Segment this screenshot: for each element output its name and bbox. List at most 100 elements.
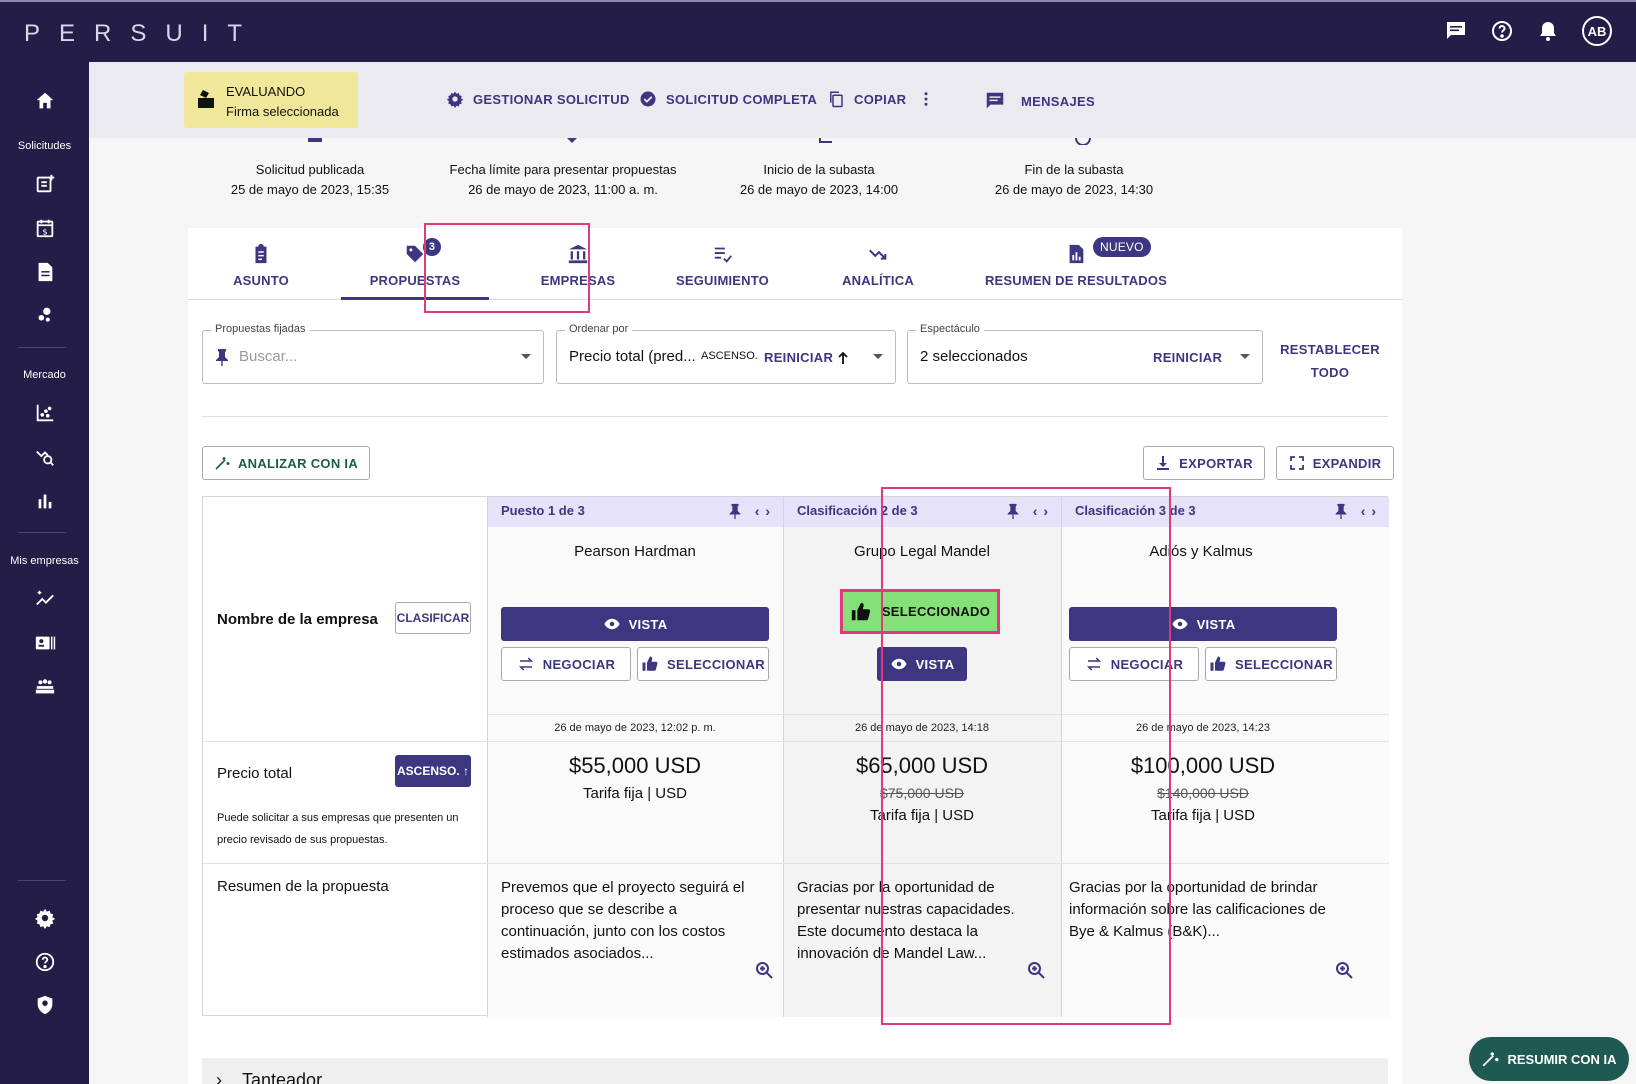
proposals-panel: ASUNTO PROPUESTAS 3 EMPRESAS SEGUIMIENTO… [188, 223, 1402, 1084]
chevron-down-icon[interactable] [1240, 354, 1250, 359]
select-button[interactable]: SELECCIONAR [1205, 647, 1337, 681]
document-icon [38, 262, 52, 282]
sidebar-item-documents[interactable] [0, 261, 89, 283]
pin-icon[interactable] [727, 503, 743, 519]
zoom-in-icon[interactable] [1027, 961, 1045, 979]
top-bar: PERSUIT AB [0, 0, 1636, 62]
reorder-icon[interactable]: ‹ › [1361, 503, 1377, 519]
gavel-box-icon [198, 90, 214, 108]
messages-label: MENSAJES [1021, 93, 1095, 109]
row-label-summary: Resumen de la propuesta [217, 878, 389, 895]
reorder-icon[interactable]: ‹ › [1033, 503, 1049, 519]
complete-request-button[interactable]: SOLICITUD COMPLETA [639, 90, 817, 108]
sidebar-item-workflows[interactable] [0, 304, 89, 326]
tab-analitica[interactable]: ANALÍTICA [808, 228, 948, 300]
sidebar-item-firm-cards[interactable] [0, 632, 89, 654]
tab-seguimiento[interactable]: SEGUIMIENTO [650, 228, 795, 300]
bar-chart-icon [38, 494, 51, 509]
show-reset-button[interactable]: REINICIAR [1153, 350, 1222, 365]
selected-badge[interactable]: SELECCIONADO [840, 589, 1000, 634]
tab-asunto[interactable]: ASUNTO [210, 228, 312, 300]
sidebar: Solicitudes $ Mercado Mis empresas [0, 62, 89, 1084]
milestone-auction-end: Fin de la subasta 26 de mayo de 2023, 14:… [994, 162, 1154, 197]
arrow-up-icon[interactable] [837, 351, 849, 365]
sidebar-item-bar-chart[interactable] [0, 490, 89, 512]
app-logo[interactable]: PERSUIT [24, 20, 261, 48]
sidebar-item-firm-groups[interactable] [0, 676, 89, 698]
messages-button[interactable]: MENSAJES [984, 90, 1095, 112]
sidebar-item-firm-insights[interactable] [0, 588, 89, 610]
negotiate-button[interactable]: NEGOCIAR [1069, 647, 1199, 681]
chevron-down-icon[interactable] [873, 354, 883, 359]
people-group-icon [35, 679, 54, 694]
pin-icon[interactable] [1005, 503, 1021, 519]
row-label-firm-name: Nombre de la empresa [217, 611, 378, 628]
note-add-icon [36, 174, 54, 193]
expand-button[interactable]: EXPANDIR [1276, 446, 1394, 480]
copy-button[interactable]: COPIAR [827, 90, 906, 108]
sort-select[interactable]: Ordenar por Precio total (pred... ASCENS… [556, 323, 896, 384]
sparkle-chart-icon [35, 590, 54, 606]
proposals-count-badge: 3 [423, 238, 441, 256]
row-label-total-price: Precio total [217, 765, 293, 782]
view-button[interactable]: VISTA [1069, 607, 1337, 641]
sidebar-item-help[interactable] [0, 951, 89, 973]
summarize-ai-button[interactable]: RESUMIR CON IA [1469, 1037, 1629, 1081]
download-icon [1157, 456, 1170, 470]
sort-reset-button[interactable]: REINICIAR [764, 350, 833, 365]
classify-button[interactable]: CLASIFICAR [395, 602, 471, 634]
chat-icon[interactable] [1444, 19, 1468, 43]
complete-request-label: SOLICITUD COMPLETA [666, 91, 818, 107]
export-button[interactable]: EXPORTAR [1143, 446, 1265, 480]
contact-card-icon [35, 636, 55, 650]
tab-empresas[interactable]: EMPRESAS [513, 228, 643, 300]
zoom-in-icon[interactable] [755, 961, 773, 979]
sidebar-item-settings[interactable] [0, 907, 89, 929]
sidebar-item-market-insights[interactable] [0, 446, 89, 468]
select-button[interactable]: SELECCIONAR [637, 647, 769, 681]
checklist-icon [714, 247, 732, 263]
sidebar-item-security[interactable] [0, 994, 89, 1016]
price: $65,000 USD [855, 753, 989, 778]
scoreboard-section[interactable]: › Tanteador [202, 1058, 1388, 1084]
negotiate-button[interactable]: NEGOCIAR [501, 647, 631, 681]
chevron-down-icon[interactable] [521, 354, 531, 359]
view-button[interactable]: VISTA [501, 607, 769, 641]
gear-icon [34, 908, 55, 929]
submission-date: 26 de mayo de 2023, 12:02 p. m. [554, 722, 716, 734]
check-circle-icon [640, 91, 656, 107]
pin-icon[interactable] [1333, 503, 1349, 519]
sidebar-item-home[interactable] [0, 90, 89, 112]
dollar-calendar-icon: $ [36, 219, 53, 238]
more-menu-button[interactable] [917, 90, 935, 108]
show-select[interactable]: Espectáculo 2 seleccionados REINICIAR [907, 323, 1263, 384]
pinned-search-input[interactable]: Buscar... [239, 348, 297, 365]
shield-icon [37, 995, 52, 1015]
magic-wand-icon [1483, 1052, 1499, 1067]
tab-resumen-resultados[interactable]: RESUMEN DE RESULTADOS NUEVO [956, 228, 1196, 300]
sort-value: Precio total (pred... [569, 348, 696, 365]
manage-request-button[interactable]: GESTIONAR SOLICITUD [446, 90, 630, 108]
sort-ascending-button[interactable]: ASCENSO. ↑ [395, 755, 471, 787]
tab-propuestas[interactable]: PROPUESTAS 3 [331, 228, 499, 300]
reorder-icon[interactable]: ‹ › [755, 503, 771, 519]
help-icon[interactable] [1490, 19, 1514, 43]
user-avatar[interactable]: AB [1582, 16, 1612, 46]
bell-icon[interactable] [1536, 19, 1560, 43]
new-badge: NUEVO [1093, 237, 1151, 257]
zoom-in-icon[interactable] [1335, 961, 1353, 979]
proposal-summary: Prevemos que el proyecto seguirá el proc… [501, 879, 745, 962]
milestone-auction-start: Inicio de la subasta 26 de mayo de 2023, … [739, 162, 899, 197]
firm-name: Pearson Hardman [574, 543, 696, 560]
view-button[interactable]: VISTA [877, 647, 967, 681]
pinned-proposals-select[interactable]: Propuestas fijadas Buscar... [202, 323, 544, 384]
sidebar-item-market-chart[interactable] [0, 402, 89, 424]
reset-all-button[interactable]: RESTABLECER TODO [1268, 338, 1392, 384]
analyze-ai-button[interactable]: ANALIZAR CON IA [202, 446, 370, 480]
sidebar-item-new-request[interactable] [0, 173, 89, 195]
fee-type: Tarifa fija | USD [1151, 807, 1255, 824]
institution-icon [568, 244, 588, 264]
clipboard-icon [255, 243, 267, 264]
status-title: EVALUANDO [226, 84, 306, 99]
sidebar-item-invoices[interactable]: $ [0, 217, 89, 239]
